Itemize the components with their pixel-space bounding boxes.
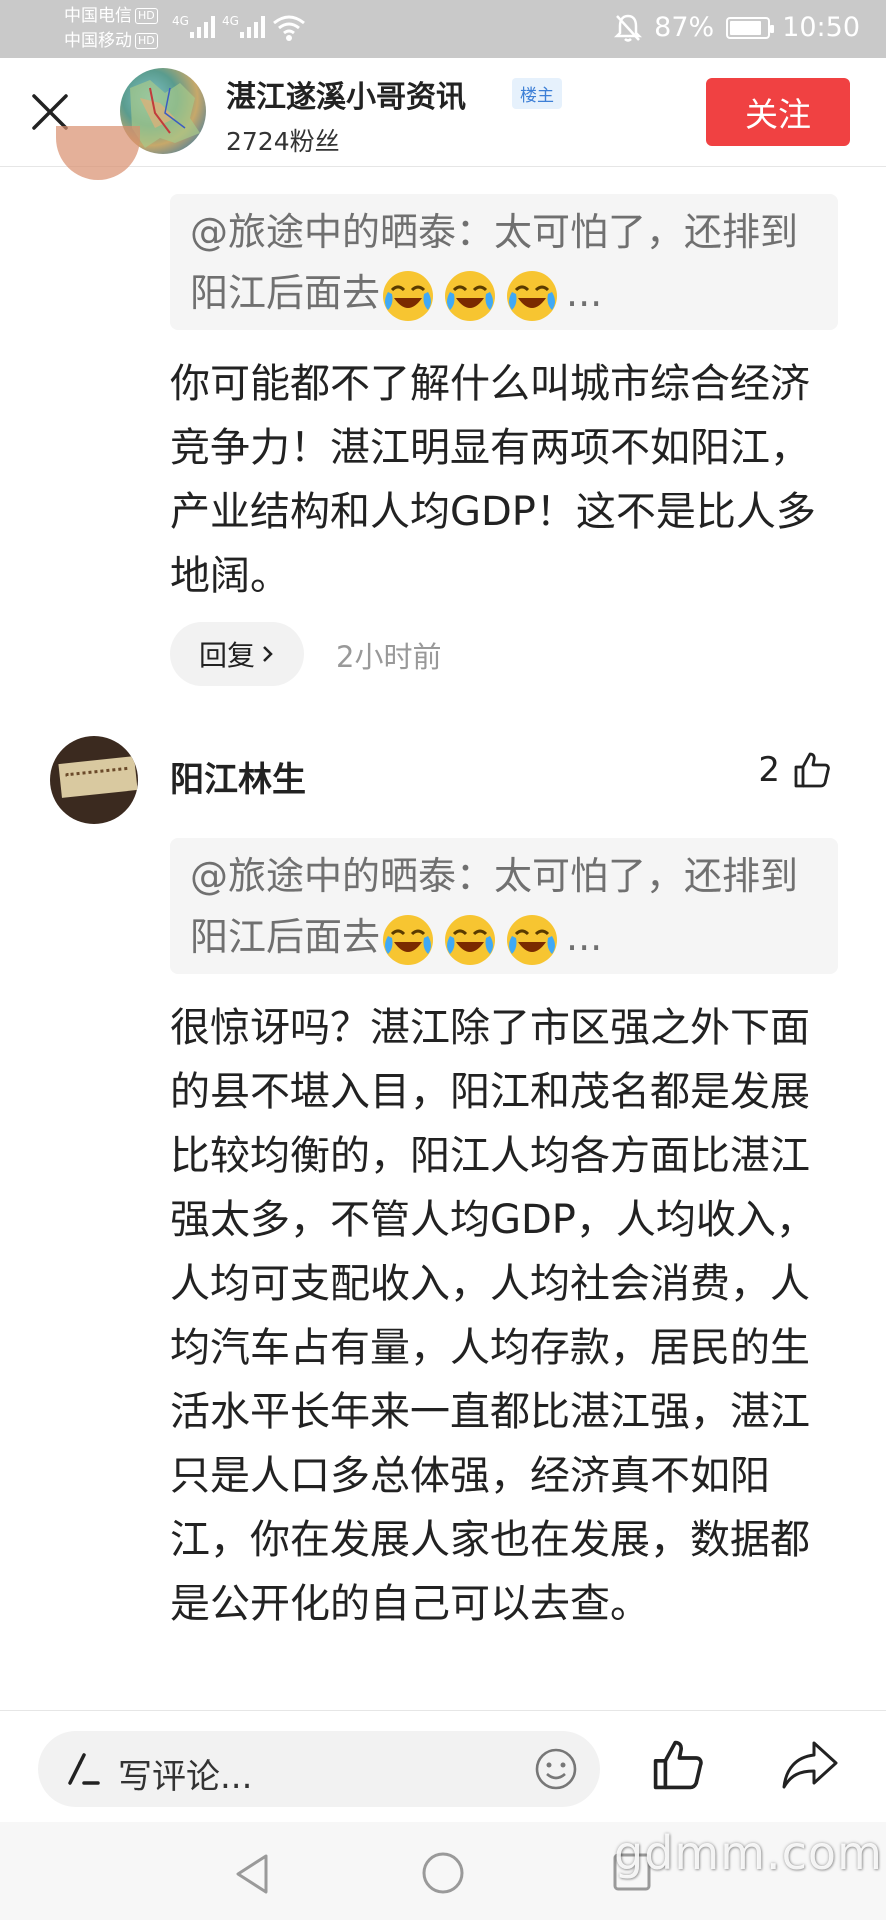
quote-1-ellipsis: ... (566, 271, 603, 315)
author-name[interactable]: 湛江遂溪小哥资讯 (226, 72, 466, 116)
comment-1-time: 2小时前 (336, 640, 442, 674)
carrier-1-label: 中国电信 (64, 6, 132, 26)
signal-icon-1 (190, 14, 215, 38)
emoji-smile-icon[interactable] (532, 1745, 580, 1793)
laugh-cry-emoji-icon (507, 914, 558, 965)
nav-back-icon[interactable] (232, 1852, 272, 1896)
quote-2-emojis (380, 914, 566, 965)
share-icon[interactable] (780, 1737, 840, 1793)
like-count: 2 (758, 750, 780, 790)
carrier-2: 中国移动 HD (64, 31, 158, 51)
nav-home-icon[interactable] (420, 1850, 466, 1896)
mute-bell-icon (614, 14, 643, 42)
laugh-cry-emoji-icon (445, 270, 496, 321)
signal-icon-2 (240, 14, 265, 38)
comment-placeholder: 写评论... (118, 1757, 253, 1797)
commenter-avatar[interactable] (50, 736, 138, 824)
status-bar: 中国电信 HD 中国移动 HD 4G 4G 87% 10:50 (0, 0, 886, 58)
wifi-icon (273, 15, 305, 41)
commenter-name[interactable]: 阳江林生 (170, 752, 306, 801)
laugh-cry-emoji-icon (383, 270, 434, 321)
battery-percent: 87% (654, 12, 715, 43)
carrier-2-label: 中国移动 (64, 31, 132, 51)
quote-2-ellipsis: ... (566, 915, 603, 959)
thumbs-up-icon (794, 752, 830, 788)
battery-fill (730, 20, 762, 35)
network-type-1: 4G (172, 14, 189, 28)
carrier-1: 中国电信 HD (64, 6, 158, 26)
watermark: gdmm.com (614, 1826, 883, 1880)
battery-icon (726, 16, 775, 39)
status-right: 87% 10:50 (614, 12, 860, 43)
hd-badge-2: HD (135, 33, 158, 49)
shop-sign-image (58, 756, 138, 798)
pen-icon (68, 1753, 100, 1785)
laugh-cry-emoji-icon (383, 914, 434, 965)
comment-1-body: 你可能都不了解什么叫城市综合经济竞争力！湛江明显有两项不如阳江，产业结构和人均G… (170, 361, 816, 599)
owner-badge: 楼主 (512, 78, 562, 109)
laugh-cry-emoji-icon (507, 270, 558, 321)
laugh-cry-emoji-icon (445, 914, 496, 965)
quoted-comment-1[interactable]: @旅途中的晒泰：太可怕了，还排到阳江后面去... (170, 194, 838, 330)
comment-bar: 写评论... (0, 1710, 886, 1823)
comment-2-body: 很惊讶吗？湛江除了市区强之外下面的县不堪入目，阳江和茂名都是发展比较均衡的，阳江… (170, 1005, 816, 1627)
follow-button[interactable]: 关注 (706, 78, 850, 146)
reply-button[interactable]: 回复 (170, 622, 304, 686)
hd-badge-1: HD (135, 8, 158, 24)
quote-1-emojis (380, 270, 566, 321)
comment-2-like-button[interactable]: 2 (758, 750, 832, 790)
previous-comment-avatar[interactable] (56, 126, 140, 180)
comment-input[interactable]: 写评论... (38, 1731, 600, 1807)
fans-count: 2724粉丝 (226, 127, 340, 156)
network-type-2: 4G (222, 14, 239, 28)
reply-label: 回复 (198, 639, 255, 672)
clock: 10:50 (782, 12, 860, 43)
chevron-right-icon (263, 646, 273, 662)
like-post-icon[interactable] (650, 1737, 706, 1793)
quoted-comment-2[interactable]: @旅途中的晒泰：太可怕了，还排到阳江后面去... (170, 838, 838, 974)
